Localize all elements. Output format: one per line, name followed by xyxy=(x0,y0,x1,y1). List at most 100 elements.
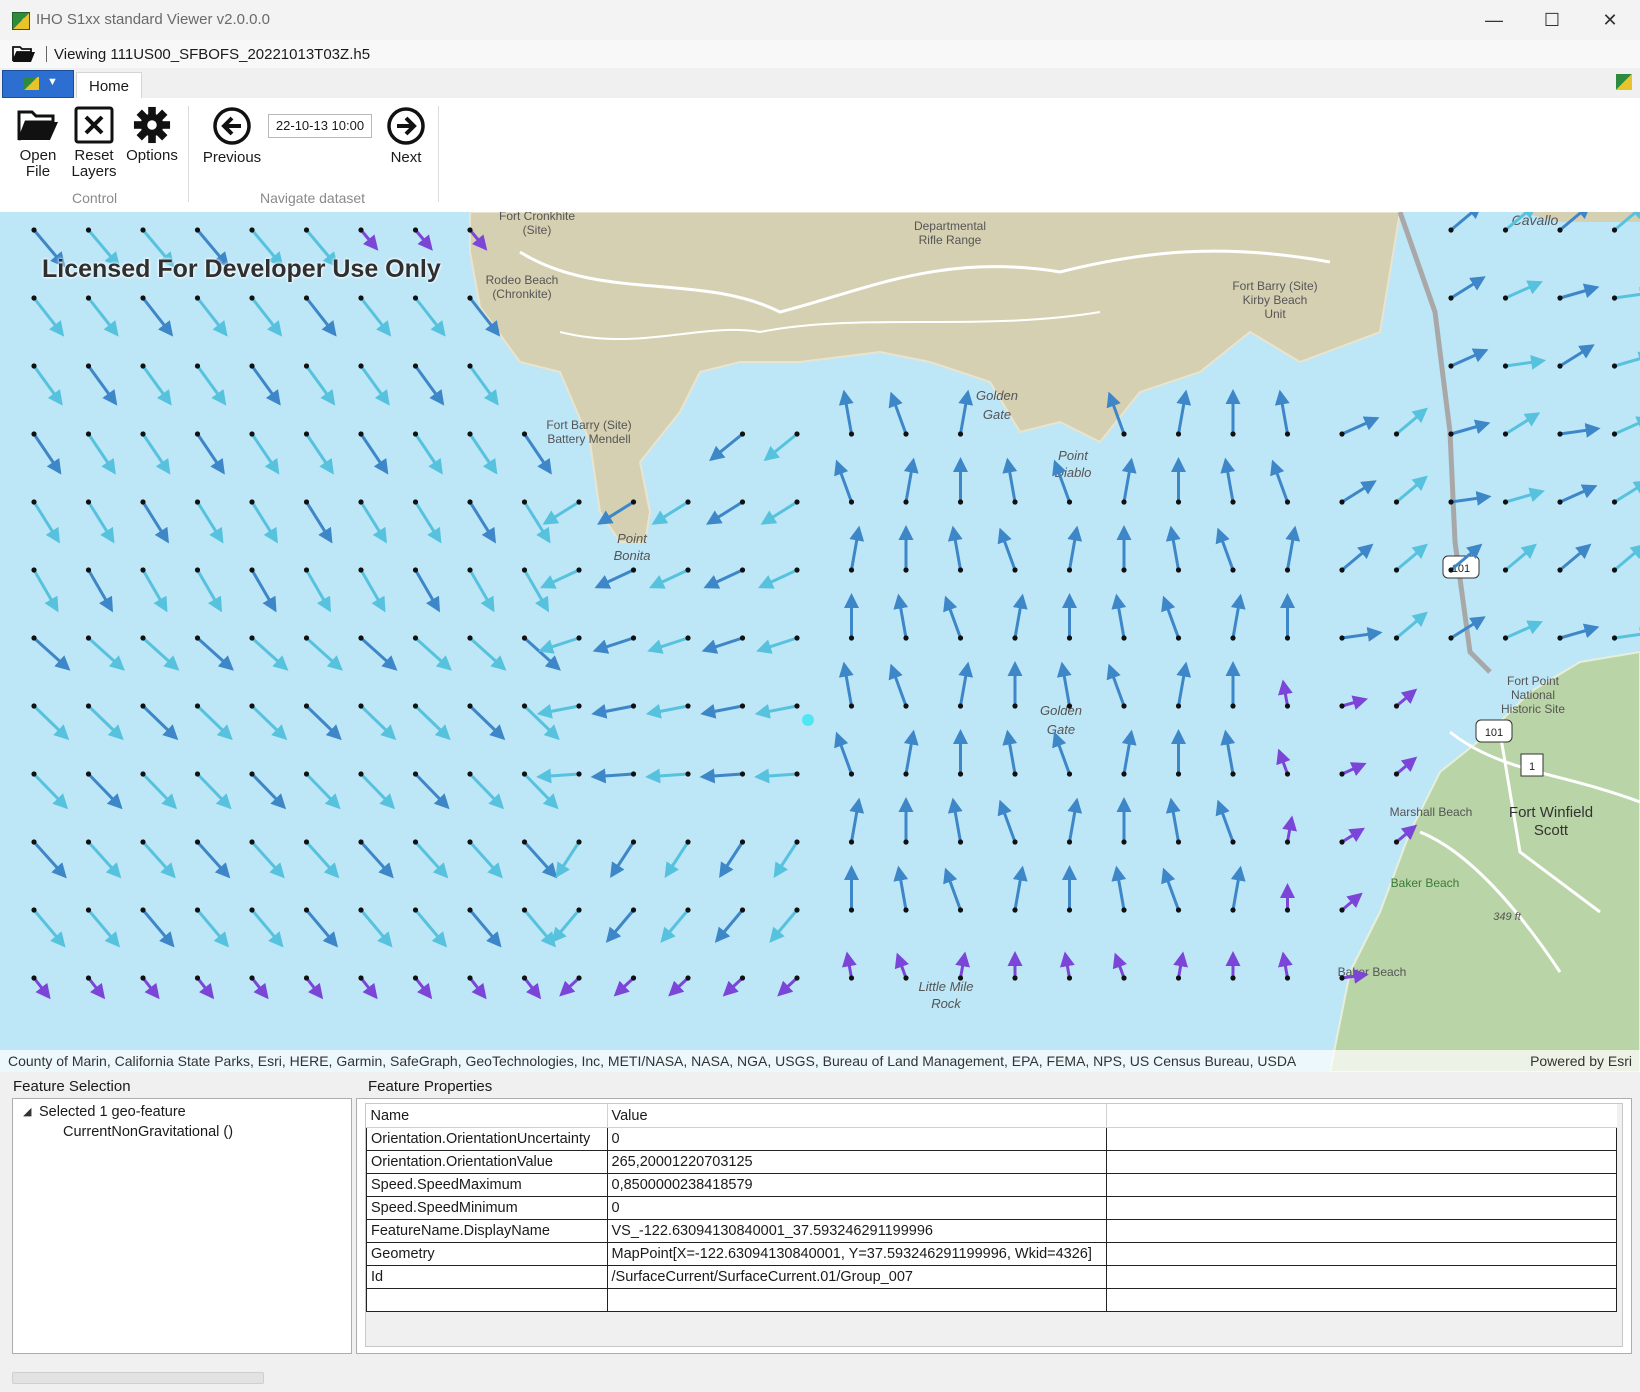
current-vector-arrow[interactable] xyxy=(722,976,744,997)
current-vector-arrow[interactable] xyxy=(1395,611,1428,640)
current-vector-arrow[interactable] xyxy=(141,772,178,810)
current-vector-arrow[interactable] xyxy=(87,909,121,948)
current-vector-arrow[interactable] xyxy=(1450,419,1491,436)
column-header-name[interactable]: Name xyxy=(366,1104,608,1128)
current-vector-arrow[interactable] xyxy=(359,704,397,741)
current-vector-arrow[interactable] xyxy=(1012,593,1028,639)
current-vector-arrow[interactable] xyxy=(903,729,919,775)
current-vector-arrow[interactable] xyxy=(1002,457,1018,503)
current-vector-arrow[interactable] xyxy=(141,636,180,671)
previous-button[interactable]: Previous xyxy=(200,106,264,166)
current-vector-arrow[interactable] xyxy=(414,909,448,948)
current-vector-arrow[interactable] xyxy=(468,772,505,810)
current-vector-arrow[interactable] xyxy=(1165,797,1181,843)
property-value[interactable]: 0 xyxy=(606,1196,1107,1220)
current-vector-arrow[interactable] xyxy=(1341,827,1365,844)
current-vector-arrow[interactable] xyxy=(1056,661,1072,707)
current-vector-arrow[interactable] xyxy=(1504,412,1541,436)
current-vector-arrow[interactable] xyxy=(997,799,1017,843)
current-vector-arrow[interactable] xyxy=(1450,276,1486,300)
property-value[interactable]: /SurfaceCurrent/SurfaceCurrent.01/Group_… xyxy=(606,1265,1107,1289)
current-vector-arrow[interactable] xyxy=(756,636,798,654)
current-vector-arrow[interactable] xyxy=(305,297,337,337)
current-vector-arrow[interactable] xyxy=(196,840,231,879)
current-vector-arrow[interactable] xyxy=(1060,951,1075,979)
current-vector-arrow[interactable] xyxy=(468,636,507,671)
current-vector-arrow[interactable] xyxy=(610,841,635,879)
current-vector-arrow[interactable] xyxy=(359,636,398,671)
current-vector-arrow[interactable] xyxy=(414,365,445,406)
current-vector-arrow[interactable] xyxy=(250,501,278,544)
current-vector-arrow[interactable] xyxy=(888,391,908,435)
current-vector-arrow[interactable] xyxy=(414,772,450,810)
current-vector-arrow[interactable] xyxy=(87,501,115,544)
current-vector-arrow[interactable] xyxy=(1285,525,1301,571)
current-vector-arrow[interactable] xyxy=(1450,490,1492,506)
current-vector-arrow[interactable] xyxy=(1504,620,1543,640)
current-vector-arrow[interactable] xyxy=(754,703,798,719)
current-vector-arrow[interactable] xyxy=(559,976,581,997)
current-vector-arrow[interactable] xyxy=(359,909,393,948)
current-vector-arrow[interactable] xyxy=(594,568,635,589)
current-vector-arrow[interactable] xyxy=(87,569,114,613)
current-vector-arrow[interactable] xyxy=(305,772,341,810)
current-vector-arrow[interactable] xyxy=(555,841,581,879)
current-vector-arrow[interactable] xyxy=(250,704,288,741)
current-vector-arrow[interactable] xyxy=(196,365,227,406)
table-row-new[interactable] xyxy=(366,1288,1617,1312)
current-vector-arrow[interactable] xyxy=(1067,525,1083,571)
current-vector-arrow[interactable] xyxy=(1215,799,1235,843)
current-vector-arrow[interactable] xyxy=(1559,283,1600,300)
current-vector-arrow[interactable] xyxy=(664,841,690,879)
current-vector-arrow[interactable] xyxy=(551,909,581,943)
current-vector-arrow[interactable] xyxy=(468,569,495,613)
current-vector-arrow[interactable] xyxy=(1215,527,1235,571)
current-vector-arrow[interactable] xyxy=(1395,688,1418,708)
current-vector-arrow[interactable] xyxy=(359,501,387,544)
current-vector-arrow[interactable] xyxy=(757,568,798,589)
application-menu-button[interactable]: ▼ xyxy=(2,70,74,98)
current-vector-arrow[interactable] xyxy=(997,527,1017,571)
current-vector-arrow[interactable] xyxy=(1505,354,1547,370)
current-vector-arrow[interactable] xyxy=(414,977,433,1000)
current-vector-arrow[interactable] xyxy=(468,840,503,879)
horizontal-scrollbar[interactable] xyxy=(12,1372,264,1384)
current-vector-arrow[interactable] xyxy=(1341,762,1367,776)
current-vector-arrow[interactable] xyxy=(1504,543,1537,572)
current-vector-arrow[interactable] xyxy=(305,909,339,948)
current-vector-arrow[interactable] xyxy=(32,977,51,1000)
current-vector-arrow[interactable] xyxy=(943,595,962,639)
current-vector-arrow[interactable] xyxy=(87,840,122,879)
current-vector-arrow[interactable] xyxy=(359,569,386,613)
table-row[interactable]: FeatureName.DisplayName VS_-122.630941308… xyxy=(366,1219,1617,1243)
current-vector-arrow[interactable] xyxy=(359,229,379,251)
tree-expand-icon[interactable]: ◢ xyxy=(23,1105,31,1118)
current-vector-arrow[interactable] xyxy=(769,909,799,943)
current-vector-arrow[interactable] xyxy=(414,636,452,671)
current-vector-arrow[interactable] xyxy=(32,840,67,879)
current-vector-arrow[interactable] xyxy=(955,951,970,979)
current-vector-arrow[interactable] xyxy=(1274,389,1290,435)
current-vector-arrow[interactable] xyxy=(1395,475,1428,504)
table-row[interactable]: Orientation.OrientationUncertainty 0 xyxy=(366,1127,1617,1151)
current-vector-arrow[interactable] xyxy=(1395,543,1428,572)
current-vector-arrow[interactable] xyxy=(32,636,71,671)
current-vector-arrow[interactable] xyxy=(141,840,176,879)
current-vector-arrow[interactable] xyxy=(591,703,634,719)
current-vector-arrow[interactable] xyxy=(1278,951,1293,979)
current-vector-arrow[interactable] xyxy=(1504,280,1543,300)
current-vector-arrow[interactable] xyxy=(305,433,334,475)
current-vector-arrow[interactable] xyxy=(645,768,689,784)
current-vector-arrow[interactable] xyxy=(842,951,857,979)
current-vector-arrow[interactable] xyxy=(1270,459,1289,503)
current-vector-arrow[interactable] xyxy=(196,977,215,1000)
current-vector-arrow[interactable] xyxy=(305,840,340,879)
attribution-text[interactable]: County of Marin, California State Parks,… xyxy=(8,1050,1296,1072)
current-vector-arrow[interactable] xyxy=(359,772,396,810)
feature-selection-tree[interactable]: ◢ Selected 1 geo-feature CurrentNonGravi… xyxy=(12,1098,352,1354)
current-vector-arrow[interactable] xyxy=(87,365,118,406)
current-vector-arrow[interactable] xyxy=(838,661,854,707)
current-vector-arrow[interactable] xyxy=(414,297,446,337)
current-vector-arrow[interactable] xyxy=(196,569,223,613)
current-vector-arrow[interactable] xyxy=(1161,595,1180,639)
